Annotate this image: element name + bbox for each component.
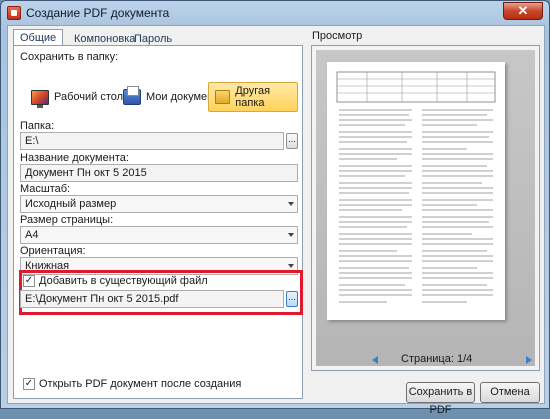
folder-browse-button[interactable]: ... [286, 133, 298, 149]
save-desktop-label: Рабочий стол [54, 91, 124, 103]
chevron-down-icon [288, 264, 294, 268]
page-size-label: Размер страницы: [20, 214, 114, 226]
open-after-label: Открыть PDF документ после создания [39, 378, 242, 390]
folder-input[interactable]: E:\ [20, 132, 284, 150]
doc-name-input[interactable]: Документ Пн окт 5 2015 [20, 164, 298, 182]
append-checkbox[interactable]: ✓ [23, 275, 35, 287]
scale-select[interactable]: Исходный размер [20, 195, 298, 213]
previous-page-arrow-icon[interactable] [372, 356, 378, 364]
save-desktop-button[interactable]: Рабочий стол [24, 82, 130, 112]
append-file-input[interactable]: E:\Документ Пн окт 5 2015.pdf [20, 290, 284, 308]
documents-icon [123, 86, 141, 105]
save-to-label: Сохранить в папку: [20, 51, 119, 63]
orientation-label: Ориентация: [20, 245, 86, 257]
page-indicator: Страница: 1/4 [401, 353, 473, 365]
folder-label: Папка: [20, 120, 55, 132]
chevron-down-icon [288, 202, 294, 206]
close-button[interactable]: ✕ [503, 2, 543, 20]
save-pdf-button[interactable]: Сохранить в PDF [406, 382, 475, 416]
preview-page-content [336, 71, 496, 303]
preview-canvas [316, 50, 535, 366]
folder-icon [215, 90, 231, 104]
append-browse-button[interactable]: ... [286, 291, 298, 307]
next-page-arrow-icon[interactable] [526, 356, 532, 364]
cancel-button[interactable]: Отмена [480, 382, 540, 403]
page-size-select[interactable]: A4 [20, 226, 298, 244]
preview-frame [311, 45, 540, 371]
save-other-folder-button[interactable]: Другая папка [208, 82, 298, 112]
tab-password[interactable]: Пароль [127, 31, 179, 45]
tab-general[interactable]: Общие [13, 29, 64, 46]
doc-name-label: Название документа: [20, 152, 129, 164]
scale-value: Исходный размер [25, 198, 117, 210]
dialog-window: Создание PDF документа ✕ Общие Компоновк… [0, 0, 550, 416]
chevron-down-icon [288, 233, 294, 237]
page-size-value: A4 [25, 229, 39, 241]
preview-page [327, 62, 505, 320]
open-after-checkbox[interactable]: ✓ [23, 378, 35, 390]
save-other-folder-label: Другая папка [235, 85, 271, 109]
general-panel: Сохранить в папку: Рабочий стол Мои доку… [13, 45, 303, 399]
desktop-icon [31, 89, 49, 108]
scale-label: Масштаб: [20, 183, 71, 195]
title-bar[interactable]: Создание PDF документа ✕ [1, 1, 549, 25]
preview-label: Просмотр [312, 30, 363, 42]
window-title: Создание PDF документа [26, 6, 170, 20]
app-icon [7, 6, 21, 20]
dialog-client: Общие Компоновка Пароль Сохранить в папк… [7, 25, 545, 416]
append-label: Добавить в существующий файл [39, 275, 208, 287]
